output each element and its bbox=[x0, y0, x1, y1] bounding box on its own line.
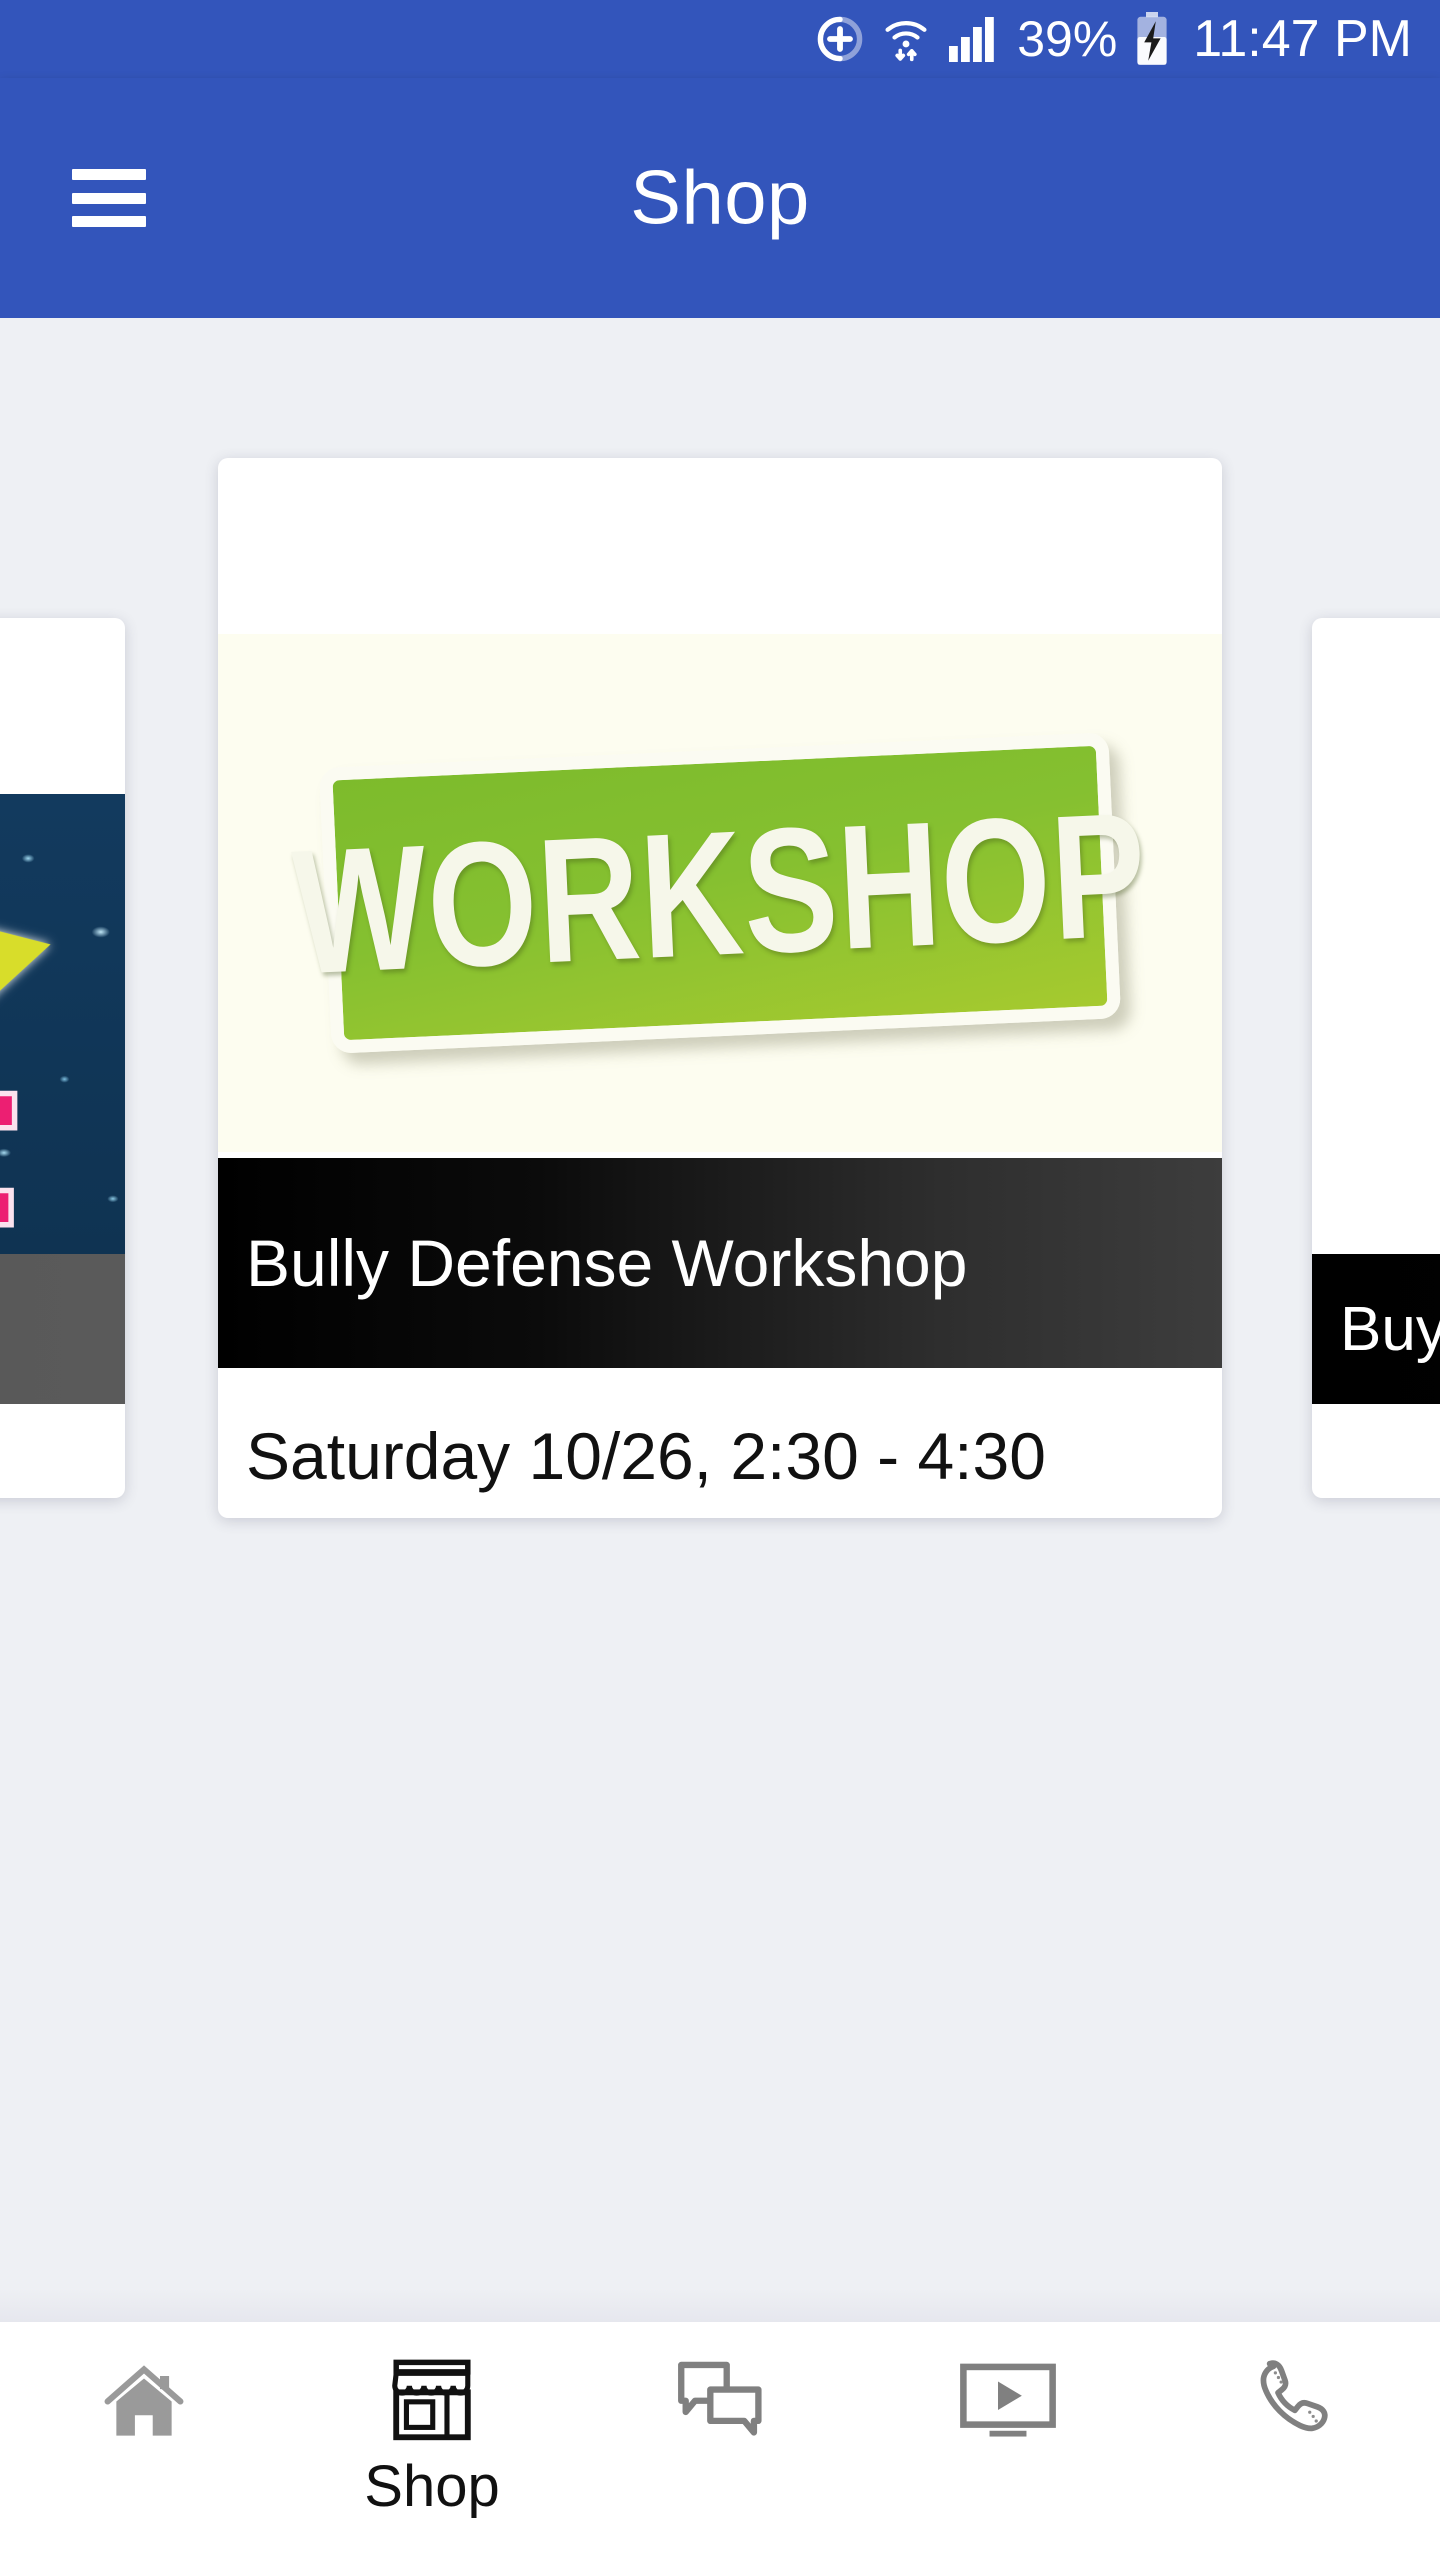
app-bar: Shop bbox=[0, 78, 1440, 318]
nav-item-home[interactable] bbox=[0, 2322, 288, 2560]
nav-label-shop: Shop bbox=[364, 2454, 500, 2519]
card-title-strip: Buy bbox=[1312, 1254, 1440, 1404]
battery-percent-label: 39% bbox=[1017, 11, 1118, 67]
nav-item-chat[interactable] bbox=[576, 2322, 864, 2560]
shop-card-active[interactable]: WORKSHOP Bully Defense Workshop Saturday… bbox=[218, 458, 1222, 1518]
card-media-blank bbox=[1312, 794, 1440, 1254]
phone-icon bbox=[1253, 2352, 1339, 2448]
battery-charging-icon bbox=[1135, 12, 1169, 66]
card-title: Buy bbox=[1340, 1294, 1440, 1364]
nav-item-phone[interactable] bbox=[1152, 2322, 1440, 2560]
workshop-badge-shape: WORKSHOP bbox=[289, 732, 1151, 1054]
cell-signal-icon bbox=[947, 16, 999, 62]
card-subtitle: Saturday 10/26, 2:30 - 4:30 bbox=[246, 1419, 1046, 1493]
clock-label: 11:47 PM bbox=[1193, 10, 1412, 68]
page-title: Shop bbox=[630, 155, 810, 241]
storefront-icon bbox=[388, 2352, 476, 2448]
card-title: Bully Defense Workshop bbox=[246, 1226, 968, 1300]
card-media-starfield: t bbox=[0, 794, 125, 1254]
shop-carousel[interactable]: t t ! m fo WORKSHOP bbox=[0, 318, 1440, 2322]
shop-card-previous[interactable]: t t ! m fo bbox=[0, 618, 125, 1498]
card-title-strip: Bully Defense Workshop bbox=[218, 1158, 1222, 1368]
card-media-workshop: WORKSHOP bbox=[218, 634, 1222, 1152]
nav-item-shop[interactable]: Shop bbox=[288, 2322, 576, 2560]
app-root: 39% 11:47 PM Shop t bbox=[0, 0, 1440, 2560]
pink-letter-graphic: t bbox=[0, 1023, 23, 1254]
workshop-badge-graphic: WORKSHOP bbox=[289, 728, 1151, 1058]
chat-bubbles-icon bbox=[675, 2352, 765, 2448]
video-player-icon bbox=[958, 2352, 1058, 2448]
content-area: t t ! m fo WORKSHOP bbox=[0, 318, 1440, 2322]
starfield-graphic bbox=[0, 794, 125, 1254]
circle-plus-icon bbox=[815, 14, 865, 64]
nav-item-video[interactable] bbox=[864, 2322, 1152, 2560]
bottom-navigation-bar: Shop bbox=[0, 2322, 1440, 2560]
wifi-icon bbox=[883, 14, 929, 64]
shop-card-next[interactable]: Buy Lim bbox=[1312, 618, 1440, 1498]
status-bar: 39% 11:47 PM bbox=[0, 0, 1440, 78]
home-icon bbox=[98, 2352, 190, 2448]
workshop-badge-label: WORKSHOP bbox=[289, 774, 1151, 1011]
card-title-strip: t ! bbox=[0, 1254, 125, 1404]
